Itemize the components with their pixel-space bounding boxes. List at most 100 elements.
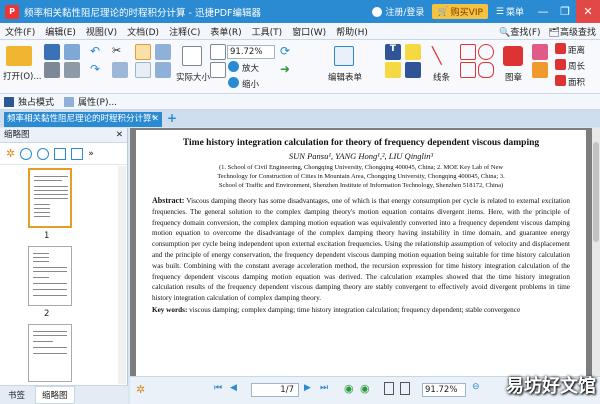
menu-file[interactable]: 文件(F) [0, 25, 40, 38]
prev-page-icon[interactable]: ◀ [230, 383, 237, 393]
redo-icon[interactable]: ↷ [90, 62, 106, 78]
line-tool-label[interactable]: 线条 [433, 71, 450, 83]
line-tool-icon[interactable]: ╲ [432, 46, 452, 66]
email-icon[interactable] [64, 44, 80, 60]
advanced-search-button[interactable]: 🗂高级查找 [549, 25, 596, 38]
menu-form[interactable]: 表单(R) [205, 25, 246, 38]
distance-label[interactable]: 距离 [568, 44, 585, 56]
document-tab[interactable]: 频率相关黏性阻尼理论的时程积分计算* ✕ [4, 112, 162, 127]
page-thumbnail-2[interactable] [28, 246, 72, 306]
document-view[interactable]: Time history integration calculation for… [130, 128, 592, 376]
more-icon[interactable]: » [88, 149, 94, 159]
tab-close-icon[interactable]: ✕ [152, 112, 159, 127]
copy-icon[interactable] [112, 62, 128, 78]
rotate-right-icon[interactable] [71, 147, 84, 160]
maximize-button[interactable]: ❐ [554, 5, 576, 18]
advanced-search-label: 高级查找 [559, 27, 596, 38]
eraser-icon[interactable] [532, 44, 548, 60]
text-tool-icon[interactable]: T [385, 44, 401, 60]
area-icon[interactable] [555, 75, 566, 86]
shape-rect-icon[interactable] [460, 44, 476, 60]
undo-icon[interactable]: ↶ [90, 44, 106, 60]
menu-help[interactable]: 帮助(H) [331, 25, 373, 38]
tab-thumbnails[interactable]: 缩略图 [35, 386, 75, 404]
zoom-select-icon[interactable] [155, 62, 171, 78]
rotate-left-icon[interactable] [54, 147, 67, 160]
typewriter-icon[interactable] [405, 62, 421, 78]
print-icon[interactable] [44, 62, 60, 78]
rotate-icon[interactable]: ⟳ [280, 44, 296, 60]
zoom-out-icon[interactable] [228, 77, 239, 88]
page-number-input[interactable]: 1/7 [251, 383, 299, 397]
exclusive-mode-button[interactable]: 独占模式 [18, 95, 54, 108]
comment-icon[interactable] [405, 44, 421, 60]
menu-view[interactable]: 视图(V) [81, 25, 122, 38]
menu-edit[interactable]: 编辑(E) [40, 25, 81, 38]
settings-icon[interactable]: ✲ [136, 383, 145, 396]
scan-icon[interactable] [64, 62, 80, 78]
scrollbar-thumb[interactable] [593, 142, 599, 242]
new-tab-button[interactable]: + [167, 111, 177, 125]
minimize-button[interactable]: — [532, 5, 554, 18]
fit-page-icon[interactable] [210, 44, 226, 60]
zoom-out-label[interactable]: 缩小 [242, 78, 259, 90]
shape-polygon-icon[interactable] [460, 62, 476, 78]
open-folder-icon[interactable] [6, 46, 32, 66]
page-thumbnail-1[interactable] [28, 168, 72, 228]
page-thumbnail-3[interactable] [28, 324, 72, 382]
status-zoom-select[interactable]: 91.72% [422, 383, 466, 397]
save-icon[interactable] [44, 44, 60, 60]
stamp-icon[interactable] [503, 46, 523, 66]
thumbnail-number-2: 2 [44, 309, 50, 319]
thumb-zoom-in-icon[interactable] [20, 147, 33, 160]
forward-view-icon[interactable]: ◉ [360, 382, 370, 395]
menu-button[interactable]: ☰ 菜单 [496, 5, 524, 19]
buy-vip-button[interactable]: 🛒 购买VIP [432, 4, 488, 19]
cut-icon[interactable]: ✂ [112, 44, 128, 60]
continuous-page-icon[interactable] [400, 382, 410, 395]
perimeter-icon[interactable] [555, 59, 566, 70]
last-page-icon[interactable]: ⏭ [320, 383, 328, 393]
login-button[interactable]: 注册/登录 [372, 5, 424, 18]
next-view-icon[interactable]: ➜ [280, 62, 296, 78]
shape-ellipse-icon[interactable] [478, 44, 494, 60]
single-page-icon[interactable] [384, 382, 394, 395]
edit-form-icon[interactable] [334, 46, 354, 66]
next-page-icon[interactable]: ▶ [304, 383, 311, 393]
highlight-icon[interactable] [385, 62, 401, 78]
zoom-in-icon[interactable] [228, 61, 239, 72]
select-text-icon[interactable] [135, 62, 151, 78]
snapshot-icon[interactable] [155, 44, 171, 60]
search-button[interactable]: 🔍查找(F) [499, 25, 540, 38]
panel-close-icon[interactable]: ✕ [116, 128, 123, 143]
fit-width-icon[interactable] [210, 62, 226, 78]
menu-document[interactable]: 文档(D) [122, 25, 164, 38]
zoom-minus-icon[interactable]: ⊖ [472, 382, 480, 392]
document-scrollbar[interactable] [592, 128, 600, 376]
shape-cloud-icon[interactable] [478, 62, 494, 78]
open-button-label[interactable]: 打开(O)... [3, 70, 41, 82]
area-label[interactable]: 面积 [568, 76, 585, 88]
close-button[interactable]: ✕ [576, 0, 600, 23]
cart-icon: 🛒 [437, 6, 449, 17]
edit-form-label[interactable]: 编辑表单 [328, 71, 362, 83]
perimeter-label[interactable]: 周长 [568, 60, 585, 72]
menu-tools[interactable]: 工具(T) [247, 25, 288, 38]
back-view-icon[interactable]: ◉ [344, 382, 354, 395]
panel-options-icon[interactable]: ✲ [6, 147, 15, 160]
panel-scrollbar[interactable] [118, 166, 126, 384]
pencil-icon[interactable] [532, 62, 548, 78]
tab-bookmarks[interactable]: 书签 [8, 389, 25, 401]
zoom-level-select[interactable]: 91.72% [227, 45, 275, 59]
distance-icon[interactable] [555, 43, 566, 54]
menu-window[interactable]: 窗口(W) [287, 25, 331, 38]
thumb-zoom-out-icon[interactable] [37, 147, 50, 160]
first-page-icon[interactable]: ⏮ [214, 383, 222, 393]
hand-tool-icon[interactable] [135, 44, 151, 60]
properties-button[interactable]: 属性(P)... [78, 95, 117, 108]
actual-size-label[interactable]: 实际大小 [176, 71, 210, 83]
zoom-in-label[interactable]: 放大 [242, 62, 259, 74]
actual-size-icon[interactable] [182, 46, 202, 66]
stamp-label[interactable]: 图章 [505, 71, 522, 83]
menu-comment[interactable]: 注释(C) [164, 25, 205, 38]
